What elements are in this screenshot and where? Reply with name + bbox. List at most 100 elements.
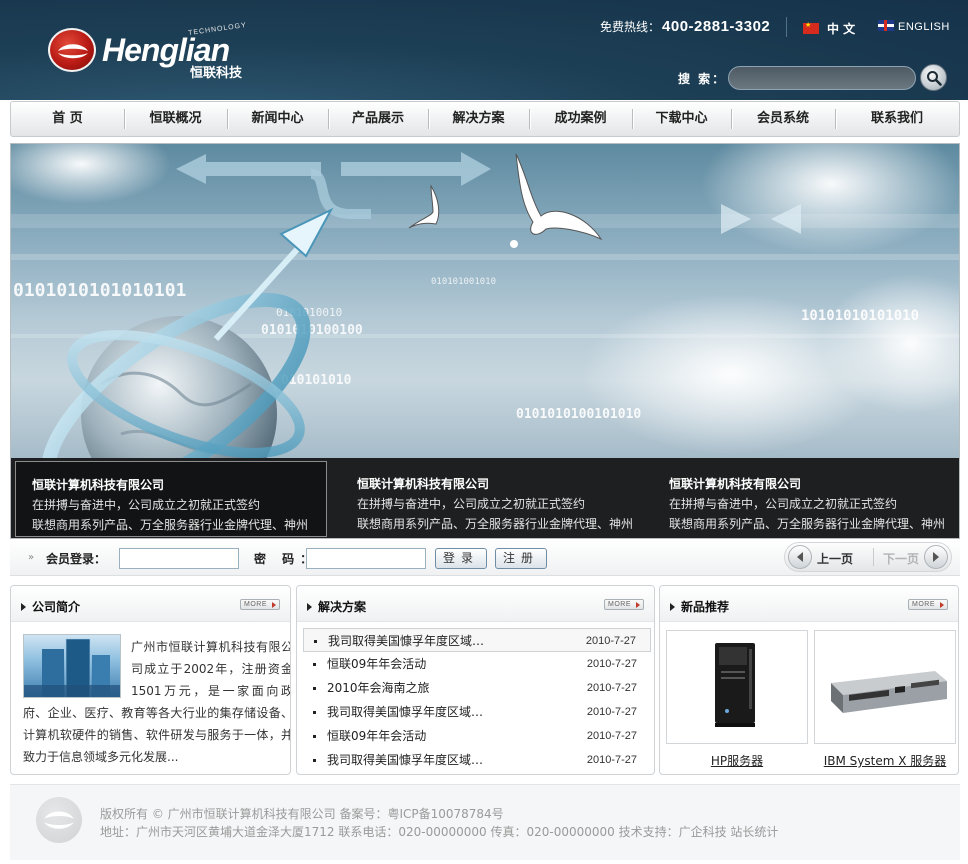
about-description: 广州市恒联计算机科技有限公司成立于2002年，注册资金1501万元，是一家面向政… [23,640,291,764]
hotline: 免费热线： 400-2881-3302 [600,18,770,35]
triangle-bullet-icon [307,603,312,611]
list-item-date: 2010-7-27 [586,730,637,742]
footer-contact: 地址：广州市天河区黄埔大道金泽大厦1712 联系电话：020-00000000 … [100,825,779,839]
nav-item-home[interactable]: 首 页 [11,102,124,136]
nav-item-solutions[interactable]: 解决方案 [428,102,529,136]
banner-slide-2[interactable]: 恒联计算机科技有限公司 在拼搏与奋进中，公司成立之初就正式签约 联想商用系列产品… [341,461,653,537]
double-arrow-icon: » [28,552,35,563]
list-item-title: 我司取得美国慷孚年度区域… [327,705,484,719]
triangle-bullet-icon [670,603,675,611]
nav-item-members[interactable]: 会员系统 [731,102,835,136]
member-login-label: 会员登录： [46,552,107,566]
list-item-title: 恒联09年年会活动 [327,657,427,671]
main-nav: 首 页 恒联概况 新闻中心 产品展示 解决方案 成功案例 下载中心 会员系统 联… [10,101,960,137]
list-item-date: 2010-7-27 [586,682,637,694]
product-card-ibm[interactable] [814,630,956,744]
register-button[interactable]: 注册 [495,548,547,569]
product-name-ibm[interactable]: IBM System X 服务器 [814,752,956,769]
search-input[interactable] [728,66,916,90]
banner-caption-strip: 恒联计算机科技有限公司 在拼搏与奋进中，公司成立之初就正式签约 联想商用系列产品… [11,458,959,538]
ibm-server-image [831,671,947,713]
list-item-title: 我司取得美国慷孚年度区域… [328,634,485,648]
about-panel-header: 公司简介 MORE [11,586,290,622]
nav-item-news[interactable]: 新闻中心 [227,102,328,136]
logo-emblem-icon [48,28,96,72]
footer: 版权所有 © 广州市恒联计算机科技有限公司 备案号：粤ICP备10078784号… [10,784,960,860]
list-item[interactable]: 2010年会海南之旅 2010-7-27 [303,676,651,700]
password-input[interactable] [306,548,426,569]
language-chinese-link[interactable]: 中 文 [803,20,855,37]
hotline-number: 400-2881-3302 [662,18,771,35]
slide-line: 在拼搏与奋进中，公司成立之初就正式签约 [32,498,261,512]
prev-page-label[interactable]: 上一页 [817,550,853,567]
nav-item-contact[interactable]: 联系我们 [835,102,959,136]
solutions-list: 我司取得美国慷孚年度区域… 2010-7-27 恒联09年年会活动 2010-7-2… [303,628,651,772]
slide-line: 联想商用系列产品、万全服务器行业金牌代理、神州 [669,517,946,531]
list-item[interactable]: 我司取得美国慷孚年度区域… 2010-7-27 [303,628,651,652]
slide-title: 恒联计算机科技有限公司 [669,477,802,491]
language-english-link[interactable]: ENGLISH [878,20,950,33]
banner-slide-3[interactable]: 恒联计算机科技有限公司 在拼搏与奋进中，公司成立之初就正式签约 联想商用系列产品… [653,461,946,537]
products-panel: 新品推荐 MORE HP服务器 IBM System X 服务器 [659,585,959,775]
solutions-more-button[interactable]: MORE [604,599,644,610]
search-label: 搜 索： [678,72,727,86]
slide-title: 恒联计算机科技有限公司 [32,478,165,492]
list-item-title: 2010年会海南之旅 [327,681,430,695]
list-item-title: 恒联09年年会活动 [327,729,427,743]
hp-server-image [715,643,755,727]
list-item-date: 2010-7-27 [586,658,637,670]
nav-item-cases[interactable]: 成功案例 [529,102,632,136]
product-card-hp[interactable] [666,630,808,744]
banner-binary-4: 010101001010 [431,277,496,287]
next-page-label[interactable]: 下一页 [883,550,919,567]
solutions-panel: 解决方案 MORE 我司取得美国慷孚年度区域… 2010-7-27 恒联09年年会… [296,585,655,775]
slide-title: 恒联计算机科技有限公司 [357,477,490,491]
member-login-bar: » 会员登录： 密 码： 登录 注册 上一页 下一页 [10,540,960,576]
slide-line: 联想商用系列产品、万全服务器行业金牌代理、神州 [32,518,309,532]
uk-flag-icon [878,20,894,31]
slide-line: 在拼搏与奋进中，公司成立之初就正式签约 [669,497,898,511]
search-button[interactable] [920,64,947,91]
chevron-left-icon [797,552,803,562]
about-more-button[interactable]: MORE [240,599,280,610]
login-button[interactable]: 登录 [435,548,487,569]
chevron-right-icon [933,552,939,562]
china-flag-icon [803,21,819,34]
prev-page-button[interactable] [788,545,812,569]
nav-item-about[interactable]: 恒联概况 [124,102,227,136]
about-panel-title: 公司简介 [21,598,80,615]
username-input[interactable] [119,548,239,569]
list-item[interactable]: 我司取得美国慷孚年度区域… 2010-7-27 [303,700,651,724]
solutions-panel-title: 解决方案 [307,598,366,615]
products-more-button[interactable]: MORE [908,599,948,610]
banner-image: 0101010101010101 0101010100100 010101010… [11,144,959,458]
banner-pager: 上一页 下一页 [784,542,952,572]
logo[interactable]: Henglian TECHNOLOGY 恒联科技 [48,22,268,82]
banner-binary-7: 10101010101010 [801,308,919,324]
products-panel-title: 新品推荐 [670,598,729,615]
header-divider [786,17,787,37]
list-item-date: 2010-7-27 [585,635,636,647]
pager-divider [873,548,874,566]
banner-slide-1[interactable]: 恒联计算机科技有限公司 在拼搏与奋进中，公司成立之初就正式签约 联想商用系列产品… [15,461,327,537]
slide-line: 在拼搏与奋进中，公司成立之初就正式签约 [357,497,586,511]
nav-item-downloads[interactable]: 下载中心 [632,102,731,136]
list-item-date: 2010-7-27 [586,706,637,718]
banner-binary-6: 0101010100101010 [516,407,641,422]
products-panel-header: 新品推荐 MORE [660,586,958,622]
triangle-bullet-icon [21,603,26,611]
slide-line: 联想商用系列产品、万全服务器行业金牌代理、神州 [357,517,634,531]
about-title-text: 公司简介 [32,600,81,614]
list-item[interactable]: 恒联09年年会活动 2010-7-27 [303,724,651,748]
list-item[interactable]: 我司取得美国慷孚年度区域… 2010-7-27 [303,748,651,772]
list-item[interactable]: 恒联09年年会活动 2010-7-27 [303,652,651,676]
banner-binary-2: 0101010100100 [261,323,363,338]
logo-chinese-name: 恒联科技 [190,66,243,81]
product-name-hp[interactable]: HP服务器 [666,752,808,769]
solutions-title-text: 解决方案 [318,600,367,614]
next-page-button[interactable] [924,545,948,569]
nav-item-products[interactable]: 产品展示 [328,102,428,136]
banner-slideshow[interactable]: 0101010101010101 0101010100100 010101010… [10,143,960,539]
header: Henglian TECHNOLOGY 恒联科技 免费热线： 400-2881-3… [0,0,968,100]
language-chinese-label: 中 文 [827,22,856,36]
